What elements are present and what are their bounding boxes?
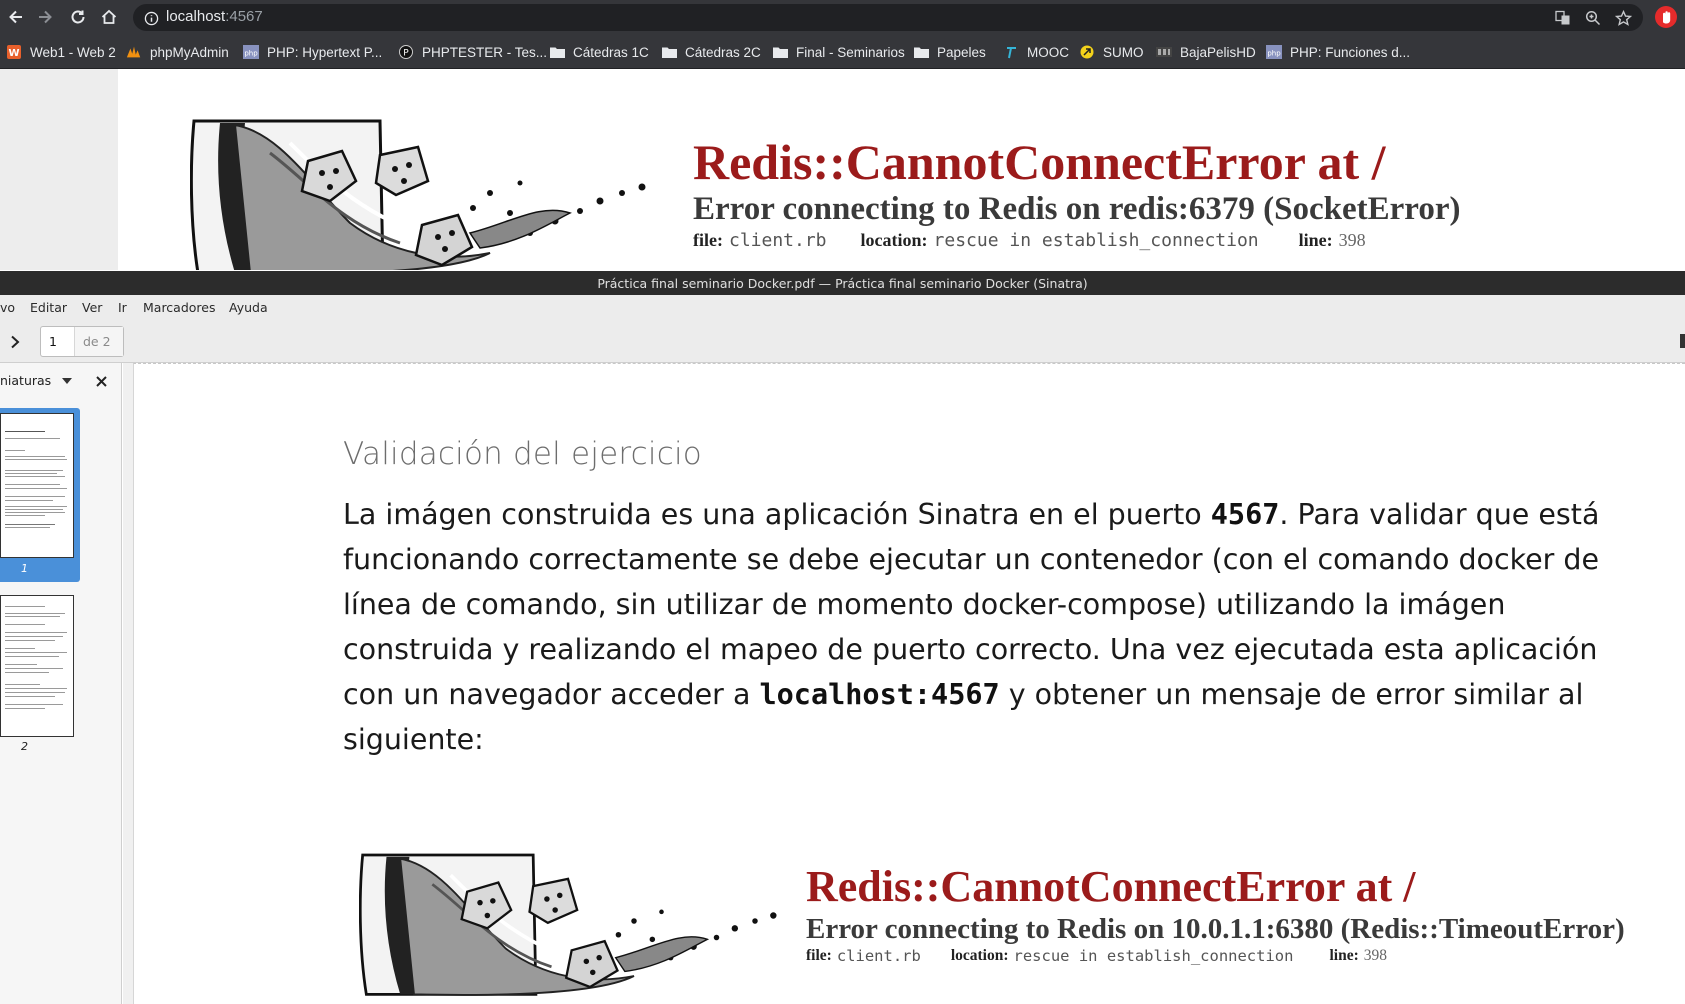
bookmark-item[interactable]: Final - Seminarios — [772, 42, 905, 62]
forward-arrow-icon — [39, 10, 52, 24]
phptester-icon: P — [398, 45, 414, 59]
svg-text:W: W — [8, 48, 19, 59]
svg-text:P: P — [403, 49, 409, 59]
bookmark-item[interactable]: W Web1 - Web 2 — [6, 42, 116, 62]
location-value: rescue in establish_connection — [933, 230, 1259, 251]
home-button[interactable] — [97, 5, 121, 29]
bookmark-item[interactable]: P PHPTESTER - Tes... — [398, 42, 547, 62]
bookmarks-bar: W Web1 - Web 2 phpMyAdmin php PHP: Hyper… — [0, 34, 1685, 69]
svg-text:php: php — [1267, 50, 1281, 58]
sidebar-mode-select[interactable]: niaturas — [0, 373, 51, 388]
bookmark-item[interactable]: Cátedras 2C — [661, 42, 761, 62]
translate-icon[interactable] — [1554, 9, 1572, 27]
page-number-input[interactable]: 1 — [41, 327, 75, 356]
bookmark-star-icon[interactable] — [1614, 9, 1632, 27]
host-code: localhost:4567 — [759, 678, 1000, 711]
folder-icon — [772, 45, 788, 59]
location-value: rescue in establish_connection — [1013, 947, 1294, 965]
line-label: line: — [1298, 230, 1333, 250]
paragraph-text: La imágen construida es una aplicación S… — [343, 498, 1211, 531]
page-thumbnail-1[interactable] — [0, 413, 74, 558]
forward-button[interactable] — [33, 5, 57, 29]
page-margin — [0, 69, 118, 270]
menu-ayuda[interactable]: Ayuda — [229, 300, 268, 315]
thumbnail-label-2: 2 — [21, 740, 28, 753]
page-count: de 2 — [75, 327, 123, 356]
home-icon — [101, 9, 117, 24]
line-value: 398 — [1338, 230, 1366, 250]
back-button[interactable] — [4, 5, 28, 29]
pdf-page: Validación del ejercicio La imágen const… — [133, 363, 1685, 1004]
svg-text:php: php — [244, 50, 258, 58]
error-title: Redis::CannotConnectError at / — [693, 134, 1386, 190]
menu-marcadores[interactable]: Marcadores — [143, 300, 216, 315]
mooc-icon — [1003, 45, 1019, 59]
reload-button[interactable] — [66, 5, 90, 29]
sinatra-logo-icon — [359, 853, 777, 996]
thumbnails-sidebar: niaturas 1 2 — [0, 363, 122, 1004]
bookmark-item[interactable]: BajaPelisHD — [1156, 42, 1256, 62]
menu-editar[interactable]: Editar — [30, 300, 67, 315]
location-label: location: — [950, 947, 1009, 964]
bookmark-item[interactable]: php PHP: Hypertext P... — [243, 42, 382, 62]
thumbnail-label-1: 1 — [21, 562, 28, 575]
php-icon: php — [1266, 45, 1282, 59]
web-icon: W — [6, 45, 22, 59]
port-code: 4567 — [1210, 498, 1280, 531]
bookmark-item[interactable]: Cátedras 1C — [549, 42, 649, 62]
browser-toolbar: localhost:4567 — [0, 0, 1685, 34]
bookmark-item[interactable]: phpMyAdmin — [126, 42, 229, 62]
chevron-right-icon — [11, 335, 20, 349]
location-label: location: — [860, 230, 928, 250]
file-value: client.rb — [836, 947, 921, 965]
sidebar-header: niaturas — [0, 363, 121, 399]
next-page-button[interactable] — [4, 331, 26, 353]
error-meta: file: client.rb location: rescue in esta… — [693, 230, 1366, 251]
line-value: 398 — [1363, 947, 1388, 964]
example-error-title: Redis::CannotConnectError at / — [806, 862, 1416, 911]
zoom-icon[interactable] — [1584, 9, 1602, 27]
pdf-toolbar: 1 de 2 — [0, 320, 1685, 363]
info-icon[interactable] — [142, 9, 160, 27]
menu-ir[interactable]: Ir — [118, 300, 127, 315]
file-label: file: — [806, 947, 832, 964]
phpmyadmin-icon — [126, 45, 142, 59]
bookmark-item[interactable]: MOOC — [1003, 42, 1069, 62]
error-message: Error connecting to Redis on redis:6379 … — [693, 191, 1461, 227]
example-error-meta: file: client.rb location: rescue in esta… — [806, 947, 1387, 965]
bookmark-item[interactable]: php PHP: Funciones d... — [1266, 42, 1410, 62]
extension-icon[interactable] — [1655, 6, 1677, 28]
document-view[interactable]: Validación del ejercicio La imágen const… — [123, 363, 1685, 1004]
file-label: file: — [693, 230, 723, 250]
reload-icon — [71, 10, 85, 24]
toolbar-edge-marker — [1680, 334, 1685, 348]
example-error-message: Error connecting to Redis on 10.0.1.1:63… — [806, 913, 1625, 945]
address-bar[interactable]: localhost:4567 — [133, 4, 1643, 31]
bajapelis-icon — [1156, 45, 1172, 59]
menu-ver[interactable]: Ver — [82, 300, 102, 315]
window-title: Práctica final seminario Docker.pdf — Pr… — [597, 275, 1088, 291]
window-titlebar[interactable]: Práctica final seminario Docker.pdf — Pr… — [0, 271, 1685, 295]
bookmark-item[interactable]: Papeles — [913, 42, 986, 62]
page-selector[interactable]: 1 de 2 — [40, 326, 124, 357]
file-value: client.rb — [728, 230, 827, 251]
line-label: line: — [1329, 947, 1359, 964]
folder-icon — [549, 45, 565, 59]
body-paragraph: La imágen construida es una aplicación S… — [343, 492, 1643, 762]
php-icon: php — [243, 45, 259, 59]
sinatra-logo-icon — [190, 119, 646, 270]
page-thumbnail-2[interactable] — [0, 595, 74, 737]
close-icon[interactable] — [96, 376, 107, 387]
dropdown-arrow-icon[interactable] — [62, 378, 72, 384]
menu-archivo[interactable]: vo — [0, 300, 15, 315]
folder-icon — [913, 45, 929, 59]
bookmark-item[interactable]: SUMO — [1079, 42, 1144, 62]
url-text: localhost:4567 — [166, 8, 263, 25]
section-heading: Validación del ejercicio — [343, 436, 702, 472]
menu-bar: vo Editar Ver Ir Marcadores Ayuda — [0, 295, 1685, 320]
folder-icon — [661, 45, 677, 59]
back-arrow-icon — [9, 10, 22, 24]
sinatra-error-page: Redis::CannotConnectError at / Error con… — [0, 69, 1685, 270]
sumo-icon — [1079, 45, 1095, 59]
